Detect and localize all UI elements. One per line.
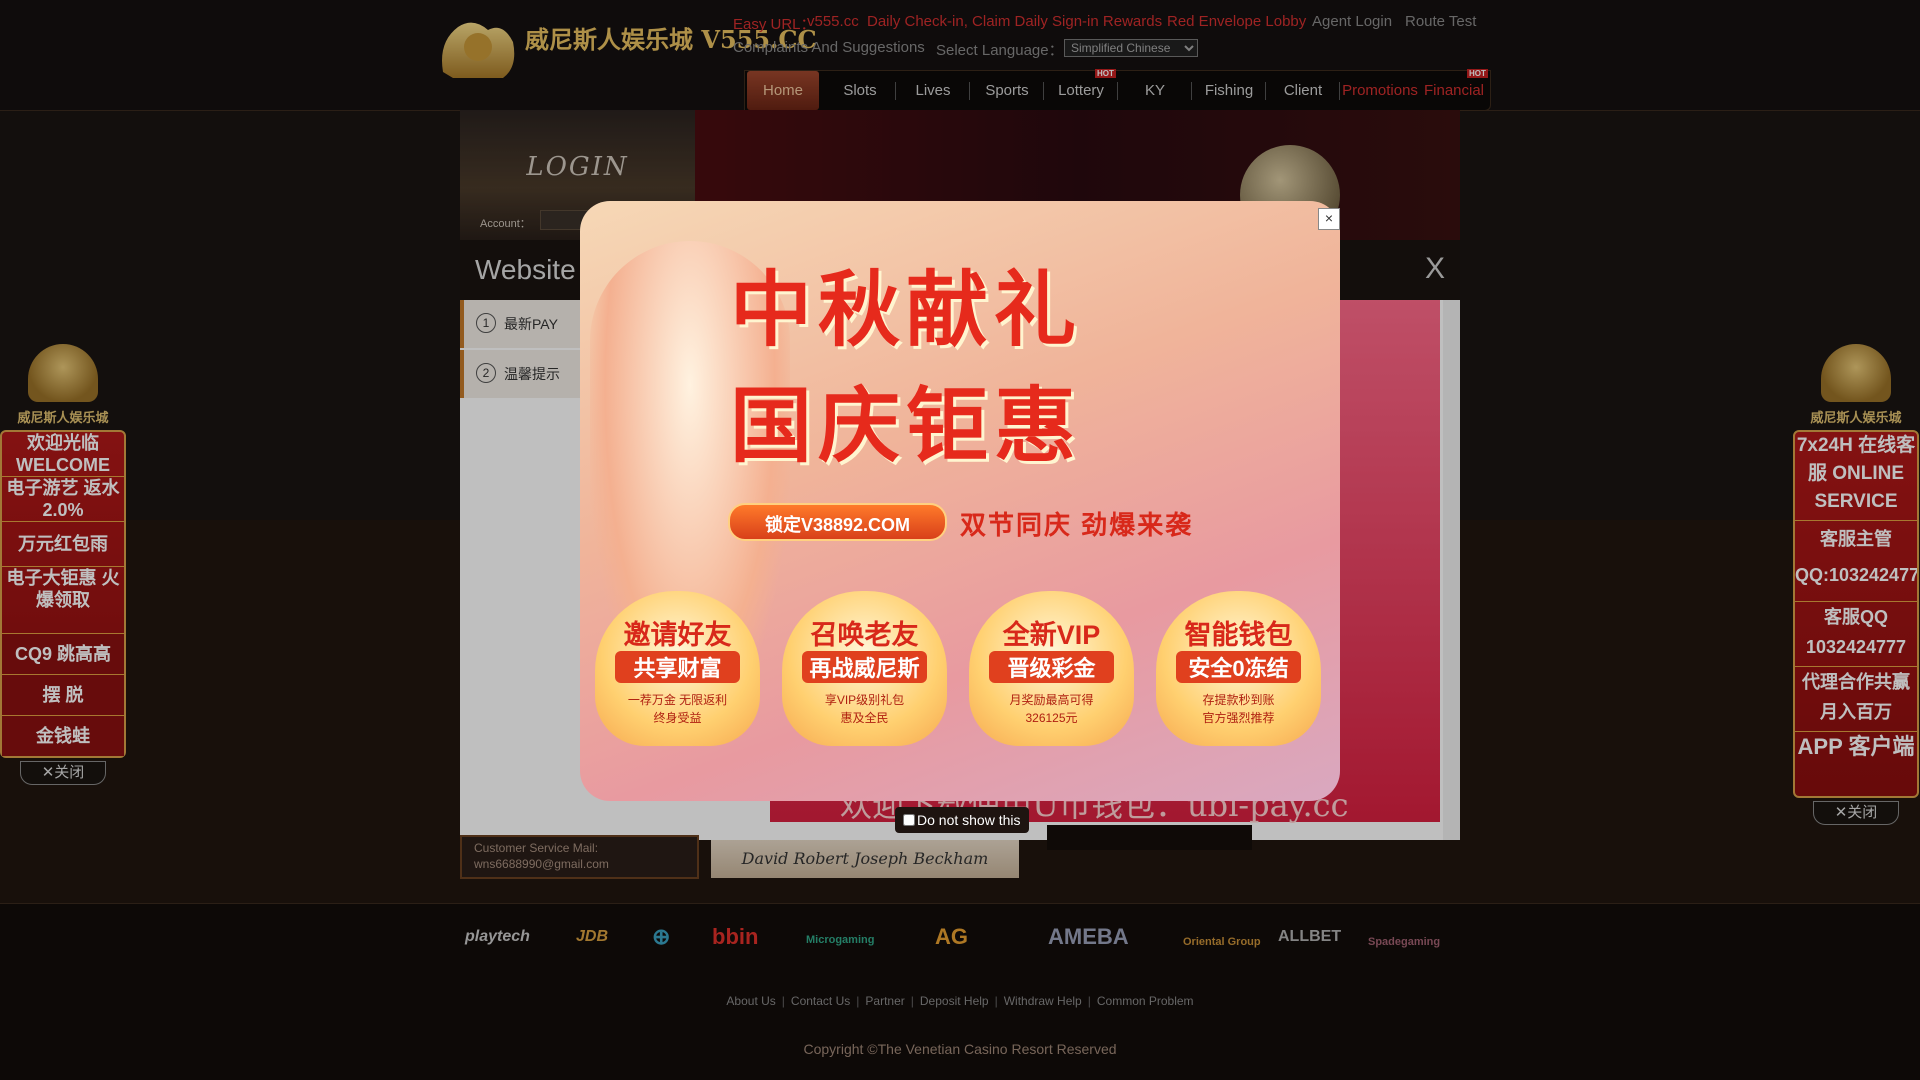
- card-title: 召唤老友: [810, 620, 919, 650]
- card-desc-1: 存提款秒到账: [1202, 693, 1275, 707]
- card-desc-1: 享VIP级别礼包: [824, 693, 905, 707]
- card-subtitle: 安全0冻结: [1176, 651, 1301, 683]
- popup-title-line1: 中秋献礼: [730, 262, 1083, 358]
- popup-url-badge[interactable]: 锁定V38892.COM: [728, 503, 947, 541]
- card-title: 邀请好友: [623, 620, 732, 650]
- popup-title-line2: 国庆钜惠: [730, 378, 1083, 474]
- card-desc-1: 一荐万金 无限返利: [627, 693, 728, 707]
- promo-card-invite[interactable]: 邀请好友 共享财富 一荐万金 无限返利 终身受益: [595, 591, 760, 746]
- promo-card-wallet[interactable]: 智能钱包 安全0冻结 存提款秒到账 官方强烈推荐: [1156, 591, 1321, 746]
- card-title: 全新VIP: [1002, 620, 1101, 650]
- dont-show-toggle[interactable]: Do not show this: [895, 807, 1029, 833]
- promo-card-summon[interactable]: 召唤老友 再战威尼斯 享VIP级别礼包 惠及全民: [782, 591, 947, 746]
- dont-show-label: Do not show this: [917, 812, 1021, 828]
- promo-card-vip[interactable]: 全新VIP 晋级彩金 月奖励最高可得 326125元: [969, 591, 1134, 746]
- card-desc-2: 326125元: [1025, 711, 1078, 725]
- card-desc-1: 月奖励最高可得: [1009, 693, 1094, 707]
- dont-show-checkbox[interactable]: [903, 814, 915, 826]
- card-desc-2: 官方强烈推荐: [1202, 711, 1275, 725]
- card-desc-2: 惠及全民: [840, 711, 889, 725]
- card-subtitle: 共享财富: [615, 651, 740, 683]
- promo-popup[interactable]: 中秋献礼 国庆钜惠 锁定V38892.COM 双节同庆 劲爆来袭 邀请好友 共享…: [580, 201, 1340, 801]
- card-title: 智能钱包: [1184, 620, 1293, 650]
- popup-url-badge-text: 锁定V38892.COM: [764, 515, 911, 535]
- popup-subtitle: 双节同庆 劲爆来袭: [960, 510, 1194, 540]
- card-desc-2: 终身受益: [653, 711, 702, 725]
- card-subtitle: 再战威尼斯: [802, 651, 927, 683]
- popup-close-button[interactable]: ×: [1318, 208, 1340, 230]
- card-subtitle: 晋级彩金: [989, 651, 1114, 683]
